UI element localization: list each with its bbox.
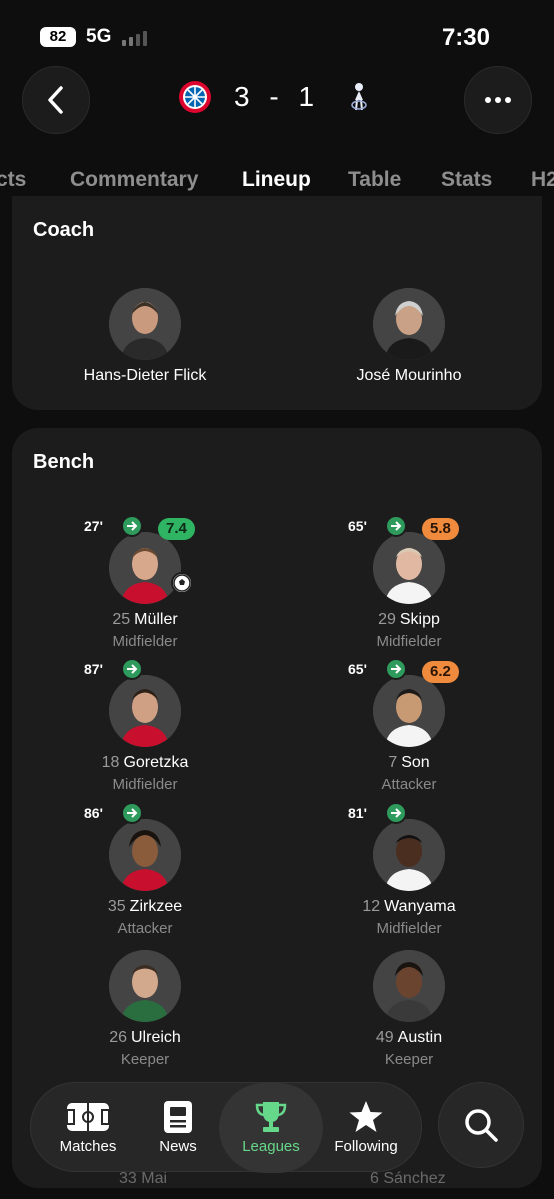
player-position: Midfielder (376, 633, 442, 650)
avatar (373, 819, 445, 891)
sub-in-icon (385, 658, 407, 680)
bench-player[interactable]: 49 Austin Keeper (289, 950, 529, 1068)
avatar (109, 950, 181, 1022)
bench-player[interactable]: 29 Skipp Midfielder 65' 5.8 (289, 515, 529, 650)
player-number: 25 (112, 611, 131, 628)
avatar (373, 532, 445, 604)
player-number: 7 (388, 754, 398, 771)
bench-player[interactable]: 25 Müller Midfielder 27' 7.4 (25, 515, 265, 650)
bench-player[interactable]: 26 Ulreich Keeper (25, 950, 265, 1068)
avatar (109, 288, 181, 360)
nav-leagues[interactable]: Leagues (219, 1083, 323, 1173)
player-position: Keeper (120, 1051, 170, 1068)
sub-minute: 86' (84, 805, 103, 821)
player-name: Goretzka (123, 754, 189, 771)
avatar (109, 819, 181, 891)
player-number: 12 (362, 898, 381, 915)
match-tabs: cts Commentary Lineup Table Stats H2 (0, 160, 554, 200)
clock: 7:30 (441, 24, 490, 51)
bench-card: Bench 25 Müller Midfielder 27' 7.4 29 Skip… (12, 428, 542, 1188)
match-header: 3 - 1 (0, 66, 554, 136)
player-number: 26 (109, 1029, 127, 1046)
pitch-icon (39, 1099, 137, 1135)
match-score: 3 - 1 (233, 81, 321, 112)
bench-player[interactable]: 18 Goretzka Midfielder 87' (25, 658, 265, 793)
more-dots-icon (485, 97, 511, 103)
player-name: Son (401, 754, 430, 771)
player-position: Midfielder (376, 920, 442, 937)
star-icon (317, 1099, 415, 1135)
sub-in-icon (121, 658, 143, 680)
player-name: Müller (134, 611, 178, 628)
sub-minute: 65' (348, 518, 367, 534)
nav-news[interactable]: News (129, 1083, 227, 1173)
bottom-nav: Matches News Leagues Following (30, 1082, 422, 1173)
tab-commentary[interactable]: Commentary (70, 168, 198, 192)
battery-indicator: 82 (40, 27, 76, 47)
avatar (373, 950, 445, 1022)
player-name: Zirkzee (129, 898, 183, 915)
player-rating: 7.4 (158, 518, 195, 540)
nav-label: Leagues (242, 1138, 300, 1155)
player-number: 35 (107, 898, 126, 915)
sub-in-icon (121, 802, 143, 824)
avatar (373, 288, 445, 360)
coach-home[interactable]: Hans-Dieter Flick (25, 288, 265, 385)
sub-in-icon (121, 515, 143, 537)
network-type: 5G (86, 26, 112, 47)
coach-name: Hans-Dieter Flick (83, 367, 207, 384)
nav-matches[interactable]: Matches (39, 1083, 137, 1173)
nav-label: News (159, 1138, 197, 1155)
player-position: Midfielder (112, 633, 178, 650)
nav-label: Matches (59, 1138, 117, 1155)
player-position: Midfielder (112, 776, 178, 793)
sub-minute: 81' (348, 805, 367, 821)
search-button[interactable] (438, 1082, 524, 1168)
coach-name: José Mourinho (356, 367, 462, 384)
signal-icon (122, 30, 150, 46)
bench-player[interactable]: 7 Son Attacker 65' 6.2 (289, 658, 529, 793)
player-name: Ulreich (131, 1029, 181, 1046)
more-options-button[interactable] (464, 66, 532, 134)
goal-ball-icon (171, 572, 193, 594)
bench-player[interactable]: 12 Wanyama Midfielder 81' (289, 802, 529, 937)
avatar (109, 675, 181, 747)
player-name: Skipp (399, 611, 440, 628)
player-number: 18 (101, 754, 120, 771)
tottenham-crest-icon[interactable] (342, 80, 376, 114)
status-bar: 82 5G 7:30 (0, 0, 554, 70)
nav-following[interactable]: Following (317, 1083, 415, 1173)
tab-facts[interactable]: cts (0, 168, 26, 192)
bench-player[interactable]: 35 Zirkzee Attacker 86' (25, 802, 265, 937)
player-position: Attacker (117, 920, 173, 937)
nav-label: Following (334, 1138, 398, 1155)
trophy-icon (219, 1099, 323, 1135)
sub-minute: 87' (84, 661, 103, 677)
player-position: Attacker (381, 776, 437, 793)
coach-card: Coach Hans-Dieter Flick José Mourinho (12, 196, 542, 410)
bench-title: Bench (33, 451, 95, 473)
news-icon (129, 1099, 227, 1135)
tab-lineup[interactable]: Lineup (242, 168, 311, 192)
player-number: 29 (378, 611, 396, 628)
search-icon (465, 1109, 498, 1142)
tab-table[interactable]: Table (348, 168, 401, 192)
player-number: 49 (375, 1029, 394, 1046)
player-rating: 6.2 (422, 661, 459, 683)
player-name: Wanyama (384, 898, 456, 915)
avatar (109, 532, 181, 604)
coach-away[interactable]: José Mourinho (289, 288, 529, 385)
sub-minute: 65' (348, 661, 367, 677)
player-rating: 5.8 (422, 518, 459, 540)
avatar (373, 675, 445, 747)
coach-title: Coach (33, 219, 95, 241)
tab-stats[interactable]: Stats (441, 168, 492, 192)
sub-in-icon (385, 802, 407, 824)
tab-h2h[interactable]: H2 (531, 168, 554, 192)
sub-in-icon (385, 515, 407, 537)
player-position: Keeper (384, 1051, 434, 1068)
player-name: Austin (397, 1029, 443, 1046)
bayern-crest-icon[interactable] (178, 80, 212, 114)
sub-minute: 27' (84, 518, 103, 534)
